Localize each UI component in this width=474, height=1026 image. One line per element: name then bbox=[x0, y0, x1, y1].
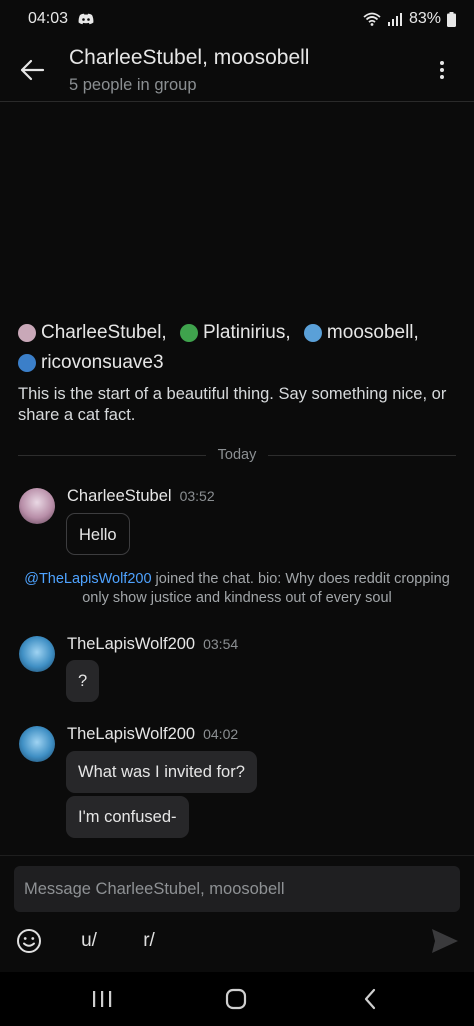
member-name: Platinirius, bbox=[202, 322, 291, 343]
user-mention-button[interactable]: u/ bbox=[76, 926, 102, 956]
battery-icon bbox=[447, 11, 456, 27]
avatar[interactable] bbox=[19, 488, 55, 524]
overflow-menu-button[interactable] bbox=[424, 52, 460, 88]
avatar[interactable] bbox=[19, 726, 55, 762]
author-name[interactable]: TheLapisWolf200 bbox=[67, 635, 195, 653]
author-name[interactable]: CharleeStubel bbox=[67, 487, 172, 505]
send-icon bbox=[432, 929, 458, 953]
group-members: CharleeStubel, Platinirius, moosobell, r… bbox=[18, 320, 458, 380]
message-input[interactable] bbox=[14, 866, 460, 912]
user-mention[interactable]: @TheLapisWolf200 bbox=[24, 571, 151, 587]
member-count[interactable]: 5 people in group bbox=[69, 76, 197, 95]
signal-icon bbox=[387, 13, 402, 26]
divider-line bbox=[18, 454, 206, 456]
member-name: CharleeStubel, bbox=[41, 322, 167, 343]
battery-percent: 83% bbox=[408, 10, 441, 27]
status-bar: 04:03 83% bbox=[0, 0, 474, 38]
message-time: 03:54 bbox=[203, 636, 239, 652]
message-bubble[interactable]: What was I invited for? bbox=[66, 751, 257, 793]
message-author: TheLapisWolf200 03:54 bbox=[67, 635, 238, 654]
message-author: CharleeStubel 03:52 bbox=[67, 487, 215, 506]
more-vertical-icon bbox=[440, 61, 444, 79]
member-avatar bbox=[303, 324, 322, 342]
back-button[interactable] bbox=[14, 52, 50, 88]
chat-header: CharleeStubel, moosobell 5 people in gro… bbox=[0, 38, 474, 102]
avatar[interactable] bbox=[19, 636, 55, 672]
member-name: ricovonsuave3 bbox=[41, 352, 164, 373]
date-divider: Today bbox=[18, 445, 457, 465]
message-bubble[interactable]: ? bbox=[66, 660, 100, 702]
status-time: 04:03 bbox=[28, 10, 69, 27]
subreddit-mention-button[interactable]: r/ bbox=[138, 926, 160, 956]
member-avatar bbox=[179, 324, 198, 342]
message-bubble[interactable]: Hello bbox=[66, 513, 130, 555]
wifi-icon bbox=[363, 12, 381, 26]
member-chip[interactable]: moosobell, bbox=[303, 320, 419, 346]
recent-apps-button[interactable] bbox=[82, 984, 122, 1014]
member-chip[interactable]: ricovonsuave3 bbox=[18, 350, 164, 376]
home-button[interactable] bbox=[216, 984, 256, 1014]
message-time: 03:52 bbox=[179, 488, 215, 504]
member-avatar bbox=[18, 324, 36, 342]
author-name[interactable]: TheLapisWolf200 bbox=[67, 725, 195, 743]
member-avatar bbox=[18, 354, 36, 372]
message-time: 04:02 bbox=[203, 726, 239, 742]
member-chip[interactable]: Platinirius, bbox=[179, 320, 291, 346]
home-icon bbox=[225, 988, 247, 1010]
recent-apps-icon bbox=[93, 991, 112, 1007]
system-message: @TheLapisWolf200 joined the chat. bio: W… bbox=[20, 570, 454, 608]
divider-label: Today bbox=[217, 447, 257, 463]
message-composer: u/ r/ bbox=[0, 855, 474, 972]
emoji-button[interactable] bbox=[14, 926, 44, 956]
back-nav-button[interactable] bbox=[350, 984, 390, 1014]
member-name: moosobell, bbox=[326, 322, 419, 343]
message-author: TheLapisWolf200 04:02 bbox=[67, 725, 238, 744]
discord-icon bbox=[78, 13, 94, 25]
emoji-icon bbox=[17, 929, 41, 953]
chat-intro-text: This is the start of a beautiful thing. … bbox=[18, 385, 447, 424]
system-nav-bar bbox=[0, 972, 474, 1026]
arrow-left-icon bbox=[20, 59, 45, 81]
member-chip[interactable]: CharleeStubel, bbox=[18, 320, 167, 346]
chevron-left-icon bbox=[364, 988, 376, 1010]
divider-line bbox=[268, 454, 457, 456]
send-button[interactable] bbox=[430, 927, 460, 955]
message-bubble[interactable]: I'm confused- bbox=[66, 796, 189, 838]
chat-title: CharleeStubel, moosobell bbox=[69, 46, 310, 69]
